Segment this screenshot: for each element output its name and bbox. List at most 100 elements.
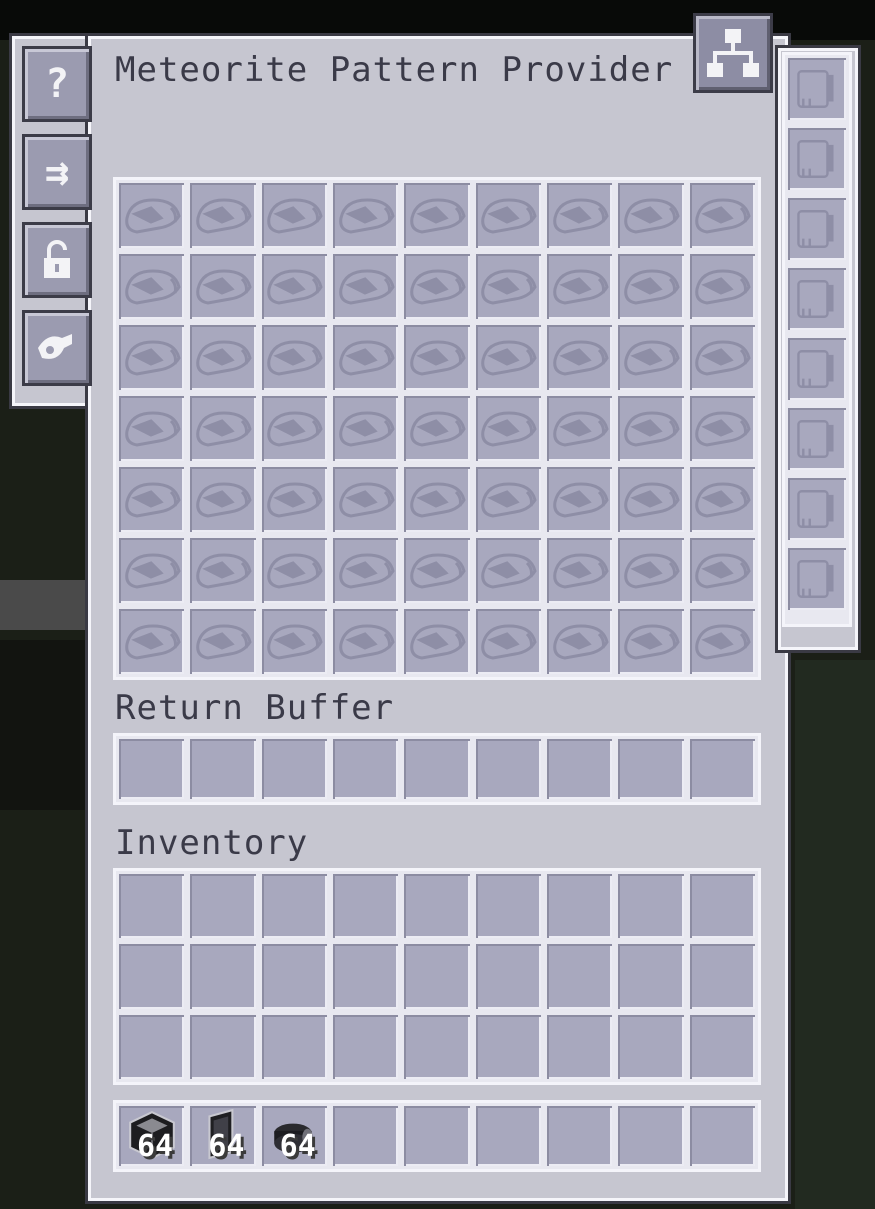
inventory-slot[interactable] [618, 874, 684, 939]
pattern-slot[interactable] [475, 467, 541, 532]
pattern-slot[interactable] [547, 183, 613, 248]
pattern-slot[interactable] [190, 467, 256, 532]
pattern-slot[interactable] [404, 183, 470, 248]
pattern-slot[interactable] [261, 467, 327, 532]
return-buffer-slot[interactable] [404, 739, 470, 799]
pattern-slot[interactable] [404, 254, 470, 319]
inventory-slot[interactable] [333, 874, 399, 939]
hotbar-slot[interactable] [475, 1106, 541, 1166]
pattern-slot[interactable] [119, 325, 185, 390]
pattern-slot[interactable] [618, 609, 684, 674]
pattern-slot[interactable] [190, 183, 256, 248]
hotbar-slot-filled[interactable]: 64 [119, 1106, 185, 1166]
return-buffer-slot[interactable] [261, 739, 327, 799]
pattern-slot[interactable] [333, 325, 399, 390]
hotbar-slot[interactable] [689, 1106, 755, 1166]
pattern-slot[interactable] [547, 609, 613, 674]
inventory-slot[interactable] [190, 874, 256, 939]
return-buffer-slot[interactable] [119, 739, 185, 799]
pattern-slot[interactable] [190, 609, 256, 674]
pattern-slot[interactable] [618, 254, 684, 319]
hotbar-slot-filled[interactable]: 64 [261, 1106, 327, 1166]
pattern-slot[interactable] [261, 538, 327, 603]
pattern-slot[interactable] [618, 396, 684, 461]
pattern-slot[interactable] [618, 467, 684, 532]
inventory-slot[interactable] [333, 944, 399, 1009]
inventory-slot[interactable] [261, 944, 327, 1009]
inventory-slot[interactable] [475, 874, 541, 939]
inventory-slot[interactable] [261, 874, 327, 939]
return-buffer-slot[interactable] [618, 739, 684, 799]
inventory-slot[interactable] [547, 944, 613, 1009]
inventory-slot[interactable] [404, 1014, 470, 1079]
blocking-mode-tab[interactable]: ⇉ [22, 134, 92, 210]
inventory-slot[interactable] [404, 944, 470, 1009]
pattern-slot[interactable] [261, 183, 327, 248]
upgrade-slot[interactable] [788, 128, 846, 190]
inventory-slot[interactable] [190, 1014, 256, 1079]
pattern-slot[interactable] [547, 325, 613, 390]
pattern-slot[interactable] [333, 467, 399, 532]
inventory-slot[interactable] [261, 1014, 327, 1079]
inventory-slot[interactable] [547, 874, 613, 939]
pattern-slot[interactable] [119, 254, 185, 319]
lock-tab[interactable] [22, 222, 92, 298]
return-buffer-slot[interactable] [333, 739, 399, 799]
pattern-slot[interactable] [475, 183, 541, 248]
hotbar-slot[interactable] [547, 1106, 613, 1166]
pattern-slot[interactable] [190, 254, 256, 319]
inventory-slot[interactable] [475, 1014, 541, 1079]
upgrade-slot[interactable] [788, 408, 846, 470]
upgrade-slot[interactable] [788, 548, 846, 610]
pattern-slot[interactable] [261, 325, 327, 390]
pattern-slot[interactable] [547, 467, 613, 532]
pattern-slot[interactable] [333, 538, 399, 603]
pattern-slot[interactable] [547, 396, 613, 461]
return-buffer-slot[interactable] [547, 739, 613, 799]
pattern-slot[interactable] [618, 183, 684, 248]
pattern-slot[interactable] [475, 538, 541, 603]
pattern-slot[interactable] [404, 538, 470, 603]
hotbar-slot[interactable] [618, 1106, 684, 1166]
pattern-slot[interactable] [689, 396, 755, 461]
pattern-slot[interactable] [190, 325, 256, 390]
inventory-slot[interactable] [475, 944, 541, 1009]
pattern-slot[interactable] [475, 609, 541, 674]
pattern-slot[interactable] [404, 325, 470, 390]
return-buffer-slot[interactable] [689, 739, 755, 799]
network-tool-button[interactable] [693, 13, 773, 93]
pattern-slot[interactable] [689, 325, 755, 390]
pattern-slot[interactable] [119, 396, 185, 461]
pattern-slot[interactable] [333, 254, 399, 319]
pattern-slot[interactable] [333, 183, 399, 248]
inventory-slot[interactable] [618, 1014, 684, 1079]
upgrade-slot[interactable] [788, 198, 846, 260]
hotbar-slot[interactable] [404, 1106, 470, 1166]
pattern-slot[interactable] [547, 538, 613, 603]
pattern-slot[interactable] [689, 609, 755, 674]
pattern-slot[interactable] [333, 396, 399, 461]
help-tab[interactable]: ? [22, 46, 92, 122]
inventory-slot[interactable] [547, 1014, 613, 1079]
pattern-slot[interactable] [689, 467, 755, 532]
upgrade-slot[interactable] [788, 268, 846, 330]
pattern-slot[interactable] [618, 325, 684, 390]
pattern-slot[interactable] [333, 609, 399, 674]
pattern-slot[interactable] [404, 609, 470, 674]
hotbar-slot-filled[interactable]: 64 [190, 1106, 256, 1166]
priority-tab[interactable] [22, 310, 92, 386]
pattern-slot[interactable] [261, 254, 327, 319]
upgrade-slot[interactable] [788, 58, 846, 120]
pattern-slot[interactable] [404, 396, 470, 461]
inventory-slot[interactable] [333, 1014, 399, 1079]
pattern-slot[interactable] [689, 538, 755, 603]
pattern-slot[interactable] [119, 467, 185, 532]
inventory-slot[interactable] [119, 944, 185, 1009]
return-buffer-slot[interactable] [475, 739, 541, 799]
upgrade-slot[interactable] [788, 338, 846, 400]
pattern-slot[interactable] [261, 609, 327, 674]
pattern-slot[interactable] [119, 183, 185, 248]
upgrade-slot[interactable] [788, 478, 846, 540]
pattern-slot[interactable] [475, 325, 541, 390]
inventory-slot[interactable] [119, 874, 185, 939]
